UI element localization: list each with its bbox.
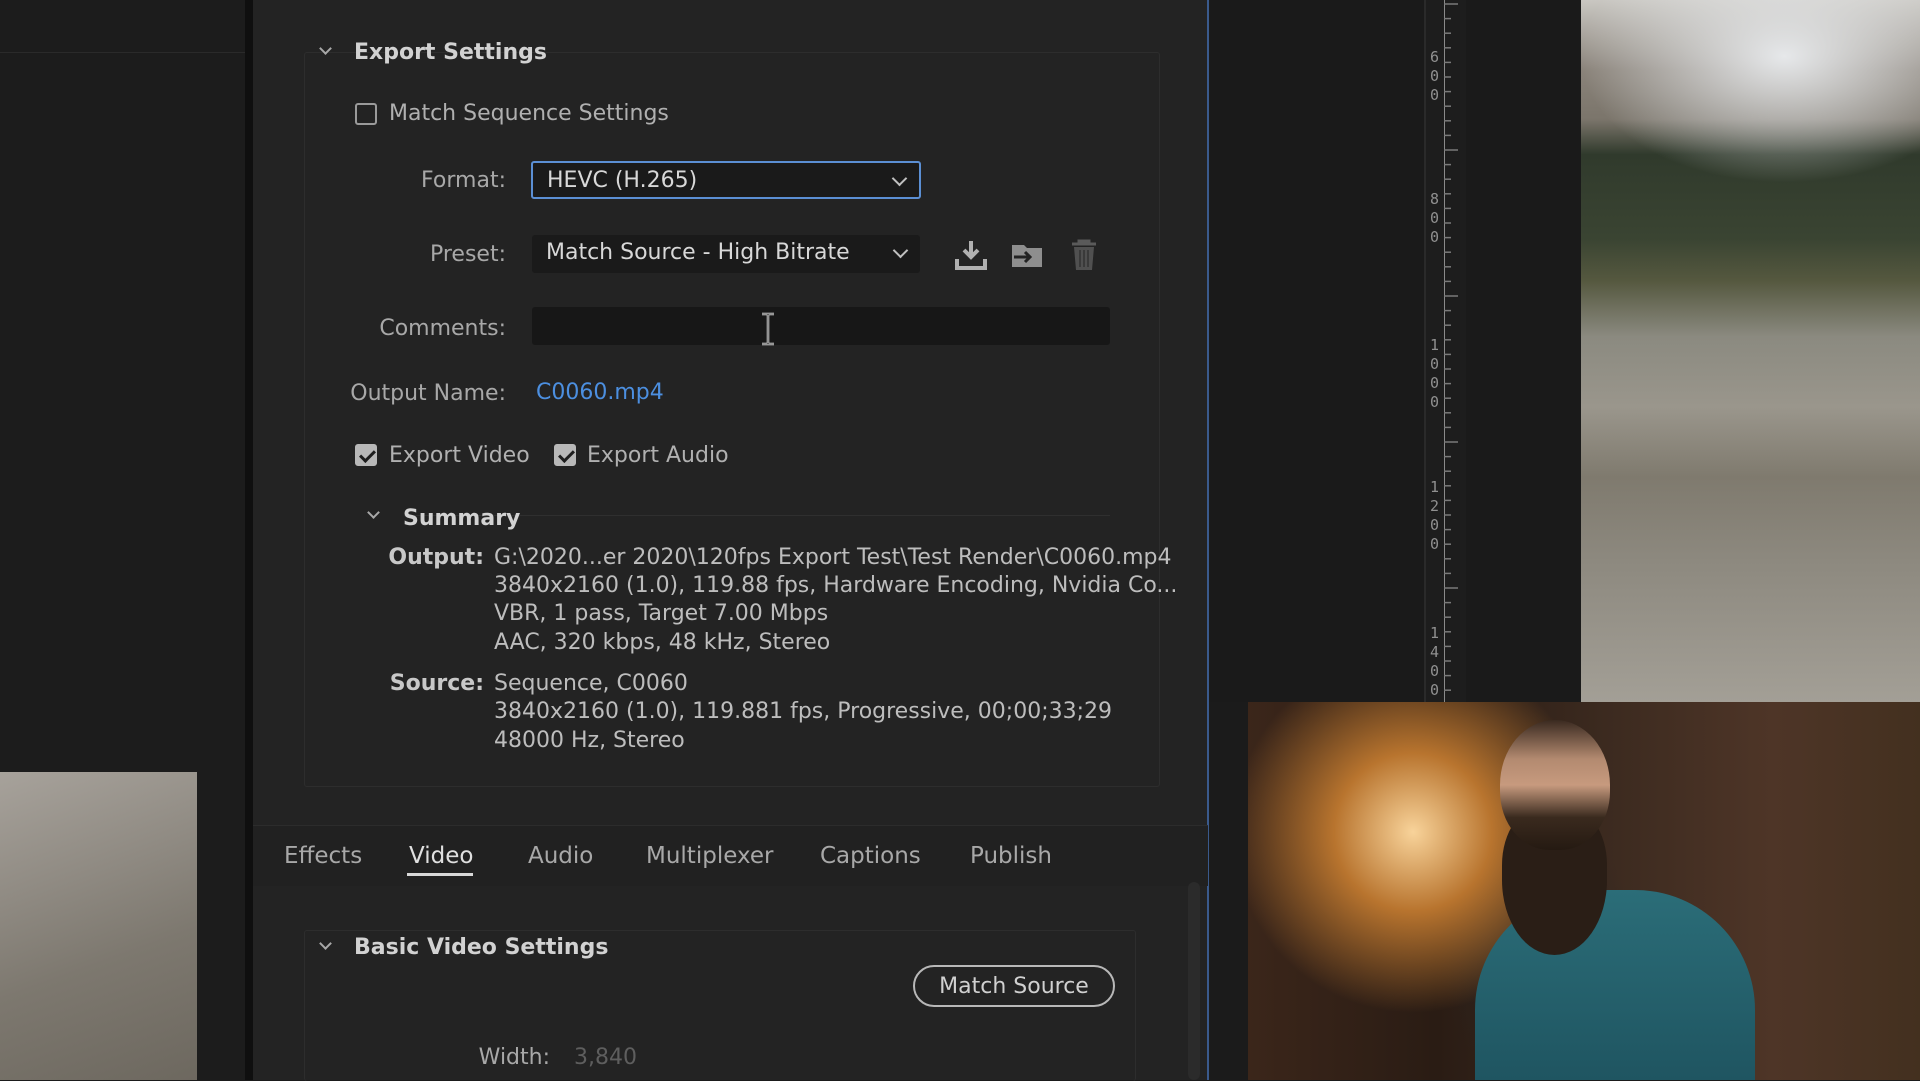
tab-captions[interactable]: Captions	[820, 843, 921, 869]
preset-dropdown[interactable]: Match Source - High Bitrate	[532, 235, 920, 273]
export-video-checkbox[interactable]	[355, 444, 377, 466]
tab-video[interactable]: Video	[409, 843, 473, 869]
ruler-digit: 8	[1430, 190, 1440, 208]
delete-preset-icon[interactable]	[1064, 235, 1104, 275]
summary-output-key: Output:	[388, 545, 484, 570]
chevron-down-icon[interactable]	[320, 46, 330, 56]
ruler-digit: 0	[1430, 535, 1440, 553]
ruler-digit: 0	[1430, 355, 1440, 373]
tab-multiplexer[interactable]: Multiplexer	[646, 843, 773, 869]
summary-output-line: AAC, 320 kbps, 48 kHz, Stereo	[494, 630, 831, 655]
export-settings-title: Export Settings	[354, 40, 547, 65]
chevron-down-icon[interactable]	[368, 510, 378, 520]
export-video-label: Export Video	[389, 443, 530, 468]
ruler-ticks	[1444, 0, 1458, 702]
tab-effects[interactable]: Effects	[284, 843, 362, 869]
ruler-digit: 1	[1430, 478, 1440, 496]
match-source-button[interactable]: Match Source	[913, 965, 1115, 1007]
width-label: Width:	[478, 1045, 550, 1070]
comments-label: Comments:	[379, 316, 506, 341]
summary-source-line: 48000 Hz, Stereo	[494, 728, 685, 753]
save-preset-icon[interactable]	[951, 235, 991, 275]
basic-video-title: Basic Video Settings	[354, 935, 609, 960]
ruler-digit: 6	[1430, 48, 1440, 66]
output-name-link[interactable]: C0060.mp4	[536, 380, 664, 405]
tab-publish[interactable]: Publish	[970, 843, 1052, 869]
summary-output-line: G:\2020...er 2020\120fps Export Test\Tes…	[494, 545, 1172, 570]
ruler-digit: 1	[1430, 624, 1440, 642]
ruler-digit: 0	[1430, 374, 1440, 392]
output-name-label: Output Name:	[350, 381, 506, 406]
comments-input[interactable]	[532, 307, 1110, 345]
preset-value: Match Source - High Bitrate	[546, 240, 850, 265]
format-dropdown[interactable]: HEVC (H.265)	[531, 161, 921, 199]
match-sequence-checkbox[interactable]	[355, 103, 377, 125]
ruler-digit: 0	[1430, 662, 1440, 680]
ruler-digit: 2	[1430, 497, 1440, 515]
summary-output-line: 3840x2160 (1.0), 119.88 fps, Hardware En…	[494, 573, 1178, 598]
source-thumbnail	[0, 772, 197, 1080]
ruler-digit: 0	[1430, 86, 1440, 104]
preset-label: Preset:	[429, 242, 506, 267]
summary-source-key: Source:	[389, 671, 484, 696]
panel-divider[interactable]	[245, 0, 253, 1080]
active-tab-indicator	[407, 873, 473, 876]
width-field[interactable]: 3,840	[574, 1045, 637, 1070]
ruler-digit: 0	[1430, 681, 1440, 699]
ruler-digit: 0	[1430, 228, 1440, 246]
ruler-digit: 0	[1430, 393, 1440, 411]
ruler-digit: 0	[1430, 67, 1440, 85]
video-preview-landscape	[1581, 0, 1920, 702]
panel-scrollbar[interactable]	[1188, 882, 1200, 1080]
format-value: HEVC (H.265)	[547, 168, 698, 193]
chevron-down-icon	[892, 242, 909, 259]
ruler-digit: 1	[1430, 336, 1440, 354]
export-audio-checkbox[interactable]	[554, 444, 576, 466]
program-monitor-bg	[1209, 0, 1581, 702]
summary-source-line: Sequence, C0060	[494, 671, 688, 696]
text-cursor-icon	[762, 312, 774, 346]
match-sequence-label: Match Sequence Settings	[389, 101, 669, 126]
tab-audio[interactable]: Audio	[528, 843, 593, 869]
ruler-digit: 0	[1430, 516, 1440, 534]
summary-title: Summary	[403, 506, 521, 531]
chevron-down-icon[interactable]	[320, 941, 330, 951]
ruler-digit: 4	[1430, 643, 1440, 661]
summary-output-line: VBR, 1 pass, Target 7.00 Mbps	[494, 601, 829, 626]
ruler-digit: 0	[1430, 209, 1440, 227]
presenter-head	[1500, 720, 1610, 850]
chevron-down-icon	[891, 170, 908, 187]
export-audio-label: Export Audio	[587, 443, 729, 468]
summary-source-line: 3840x2160 (1.0), 119.881 fps, Progressiv…	[494, 699, 1113, 724]
format-label: Format:	[421, 168, 506, 193]
import-preset-icon[interactable]	[1008, 235, 1048, 275]
